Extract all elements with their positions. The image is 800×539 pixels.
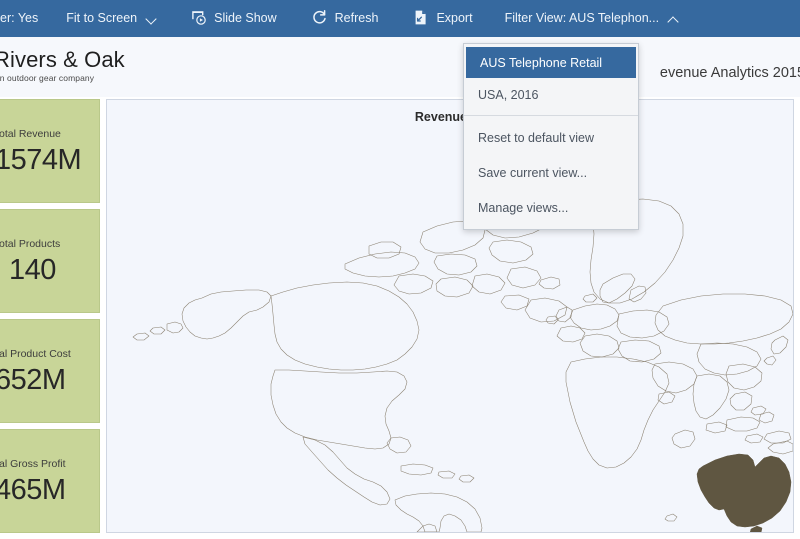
filter-view-dropdown-menu: AUS Telephone Retail USA, 2016 Reset to … <box>463 43 639 230</box>
kpi-column: otal Revenue 1574M otal Products 140 al … <box>0 99 100 539</box>
toolbar-item-fit-to-screen[interactable]: Fit to Screen <box>55 0 167 37</box>
kpi-card-total-gross-profit[interactable]: al Gross Profit 465M <box>0 429 100 533</box>
brand-tagline: An outdoor gear company <box>0 73 125 83</box>
menu-item-aus-telephone-retail[interactable]: AUS Telephone Retail <box>466 47 636 78</box>
kpi-card-total-product-cost[interactable]: al Product Cost 652M <box>0 319 100 423</box>
toolbar-item-filter-yes-label: er: Yes <box>0 12 38 25</box>
kpi-card-total-revenue[interactable]: otal Revenue 1574M <box>0 99 100 203</box>
toolbar-item-refresh[interactable]: Refresh <box>300 0 390 37</box>
menu-item-label: AUS Telephone Retail <box>480 56 602 70</box>
menu-item-label: Manage views... <box>478 201 568 215</box>
chevron-down-icon <box>147 14 156 23</box>
slide-show-icon <box>190 9 207 29</box>
toolbar-item-refresh-label: Refresh <box>335 12 379 25</box>
report-header: Rivers & Oak An outdoor gear company eve… <box>0 37 800 97</box>
toolbar-item-filter-yes[interactable]: er: Yes <box>0 0 49 37</box>
map-visual-panel[interactable]: Revenue by <box>106 99 794 533</box>
menu-item-usa-2016[interactable]: USA, 2016 <box>464 78 638 111</box>
menu-item-save-current-view[interactable]: Save current view... <box>464 155 638 190</box>
page-title: evenue Analytics 2015-20 <box>660 65 800 81</box>
chevron-up-icon[interactable] <box>669 14 678 23</box>
kpi-card-total-products[interactable]: otal Products 140 <box>0 209 100 313</box>
top-toolbar: er: Yes Fit to Screen Slide Show <box>0 0 800 37</box>
kpi-label: al Product Cost <box>0 348 71 360</box>
kpi-label: otal Revenue <box>0 128 61 140</box>
toolbar-item-filter-view-label: Filter View: AUS Telephon... <box>505 12 659 25</box>
refresh-icon <box>311 9 328 29</box>
kpi-value: 465M <box>0 474 66 507</box>
toolbar-item-filter-view[interactable]: Filter View: AUS Telephon... <box>494 0 689 37</box>
map-title: Revenue by <box>107 110 793 124</box>
kpi-label: otal Products <box>0 238 60 250</box>
menu-item-label: Reset to default view <box>478 131 594 145</box>
toolbar-item-export-label: Export <box>436 12 472 25</box>
toolbar-item-slide-show-label: Slide Show <box>214 12 277 25</box>
toolbar-item-fit-to-screen-label: Fit to Screen <box>66 12 137 25</box>
report-body: otal Revenue 1574M otal Products 140 al … <box>0 97 800 539</box>
brand-name: Rivers & Oak <box>0 49 125 71</box>
kpi-value: 140 <box>9 254 56 287</box>
menu-item-reset-to-default-view[interactable]: Reset to default view <box>464 120 638 155</box>
toolbar-item-slide-show[interactable]: Slide Show <box>179 0 288 37</box>
menu-item-label: Save current view... <box>478 166 587 180</box>
application-window: er: Yes Fit to Screen Slide Show <box>0 0 800 539</box>
kpi-value: 1574M <box>0 144 81 177</box>
menu-divider <box>464 115 638 116</box>
export-icon <box>412 9 429 29</box>
toolbar-item-export[interactable]: Export <box>401 0 483 37</box>
menu-item-manage-views[interactable]: Manage views... <box>464 190 638 225</box>
kpi-label: al Gross Profit <box>0 458 66 470</box>
menu-item-label: USA, 2016 <box>478 88 538 102</box>
brand-block: Rivers & Oak An outdoor gear company <box>0 49 125 83</box>
world-map[interactable] <box>107 114 793 532</box>
kpi-value: 652M <box>0 364 66 397</box>
